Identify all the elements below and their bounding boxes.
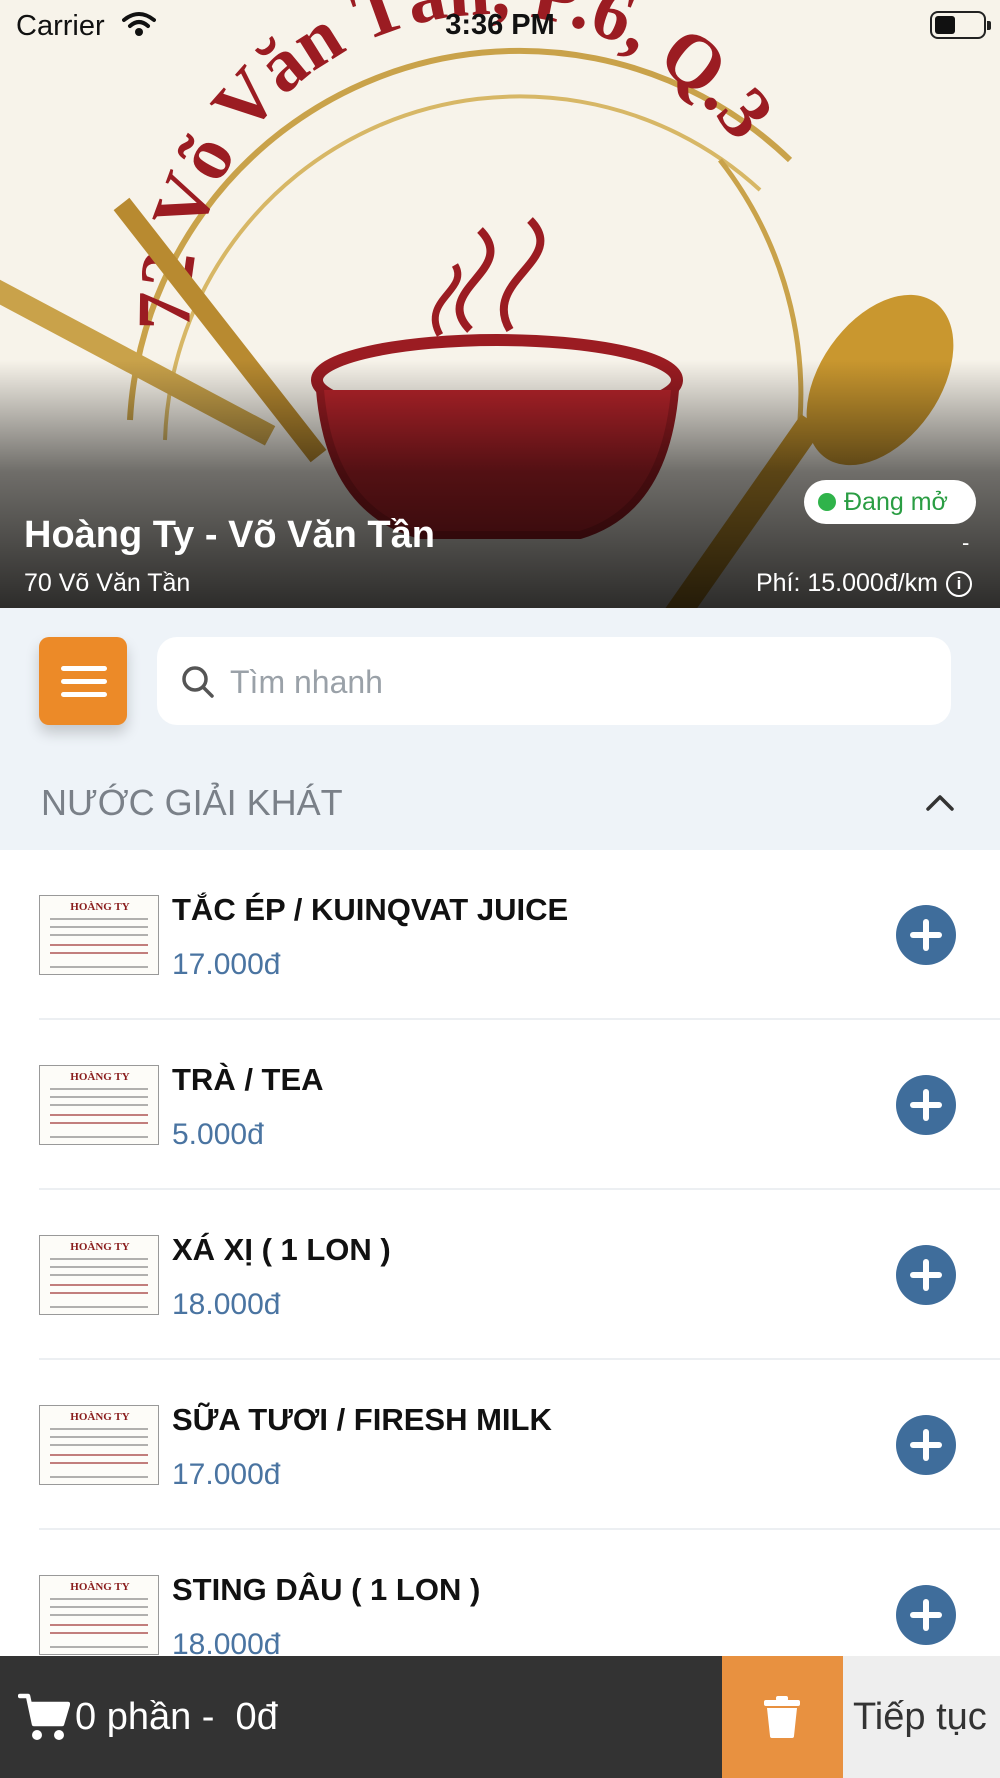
add-icon[interactable] — [896, 1075, 956, 1135]
item-price: 18.000đ — [172, 1288, 281, 1321]
continue-label: Tiếp tục — [853, 1696, 987, 1738]
cart-icon — [18, 1693, 70, 1740]
cart-summary: 0 phần - 0đ — [75, 1696, 278, 1738]
add-icon[interactable] — [896, 905, 956, 965]
add-icon[interactable] — [896, 1415, 956, 1475]
menu-item-list[interactable]: HOÀNG TY TẮC ÉP / KUINQVAT JUICE 17.000đ… — [0, 850, 1000, 1656]
item-name: TẮC ÉP / KUINQVAT JUICE — [172, 892, 569, 927]
clear-cart-button[interactable] — [722, 1656, 843, 1778]
add-icon[interactable] — [896, 1585, 956, 1645]
item-name: TRÀ / TEA — [172, 1062, 324, 1097]
trash-icon — [764, 1696, 800, 1738]
item-price: 5.000đ — [172, 1118, 264, 1151]
battery-icon — [930, 11, 991, 39]
add-icon[interactable] — [896, 1245, 956, 1305]
item-thumbnail: HOÀNG TY — [39, 1575, 159, 1655]
delivery-fee[interactable]: Phí: 15.000đ/km i — [756, 569, 972, 598]
delivery-fee-label: Phí: 15.000đ/km — [755, 569, 938, 597]
store-address: 70 Võ Văn Tần — [24, 569, 191, 597]
store-name: Hoàng Ty - Võ Văn Tần — [24, 514, 435, 556]
item-price: 17.000đ — [172, 1458, 281, 1491]
item-price: 18.000đ — [172, 1628, 281, 1656]
chevron-up-icon[interactable] — [925, 792, 955, 812]
menu-button[interactable] — [39, 637, 127, 725]
store-hero: 72 Võ Văn Tần, P.6, Q.3 Hoàng Ty - Võ Vă… — [0, 0, 1000, 608]
category-title[interactable]: NƯỚC GIẢI KHÁT — [41, 782, 343, 824]
menu-icon — [61, 666, 107, 671]
cart-summary-area[interactable]: 0 phần - 0đ — [0, 1656, 722, 1778]
item-name: STING DÂU ( 1 LON ) — [172, 1572, 481, 1607]
item-thumbnail: HOÀNG TY — [39, 1065, 159, 1145]
open-status-label: Đang mở — [844, 488, 948, 516]
info-icon[interactable]: i — [946, 570, 972, 597]
item-name: XÁ XỊ ( 1 LON ) — [172, 1232, 391, 1267]
item-thumbnail: HOÀNG TY — [39, 1235, 159, 1315]
list-item[interactable]: HOÀNG TY XÁ XỊ ( 1 LON ) 18.000đ — [0, 1190, 1000, 1360]
list-item[interactable]: HOÀNG TY TRÀ / TEA 5.000đ — [0, 1020, 1000, 1190]
clock: 3:36 PM — [445, 9, 555, 41]
item-thumbnail: HOÀNG TY — [39, 895, 159, 975]
status-bar: Carrier 3:36 PM — [0, 0, 1000, 50]
list-item[interactable]: HOÀNG TY STING DÂU ( 1 LON ) 18.000đ — [0, 1530, 1000, 1656]
search-placeholder: Tìm nhanh — [230, 664, 383, 700]
list-item[interactable]: HOÀNG TY SỮA TƯƠI / FIRESH MILK 17.000đ — [0, 1360, 1000, 1530]
item-price: 17.000đ — [172, 948, 281, 981]
search-icon — [182, 666, 214, 698]
status-dot-icon — [818, 493, 836, 511]
search-input[interactable]: Tìm nhanh — [157, 637, 951, 725]
list-item[interactable]: HOÀNG TY TẮC ÉP / KUINQVAT JUICE 17.000đ — [0, 850, 1000, 1020]
continue-button[interactable]: Tiếp tục — [843, 1656, 1000, 1778]
cart-bar: 0 phần - 0đ Tiếp tục — [0, 1656, 1000, 1778]
item-name: SỮA TƯƠI / FIRESH MILK — [172, 1402, 552, 1437]
search-section: Tìm nhanh NƯỚC GIẢI KHÁT — [0, 608, 1000, 850]
open-status-badge: Đang mở — [804, 480, 976, 524]
item-thumbnail: HOÀNG TY — [39, 1405, 159, 1485]
distance-value: - — [962, 530, 970, 555]
